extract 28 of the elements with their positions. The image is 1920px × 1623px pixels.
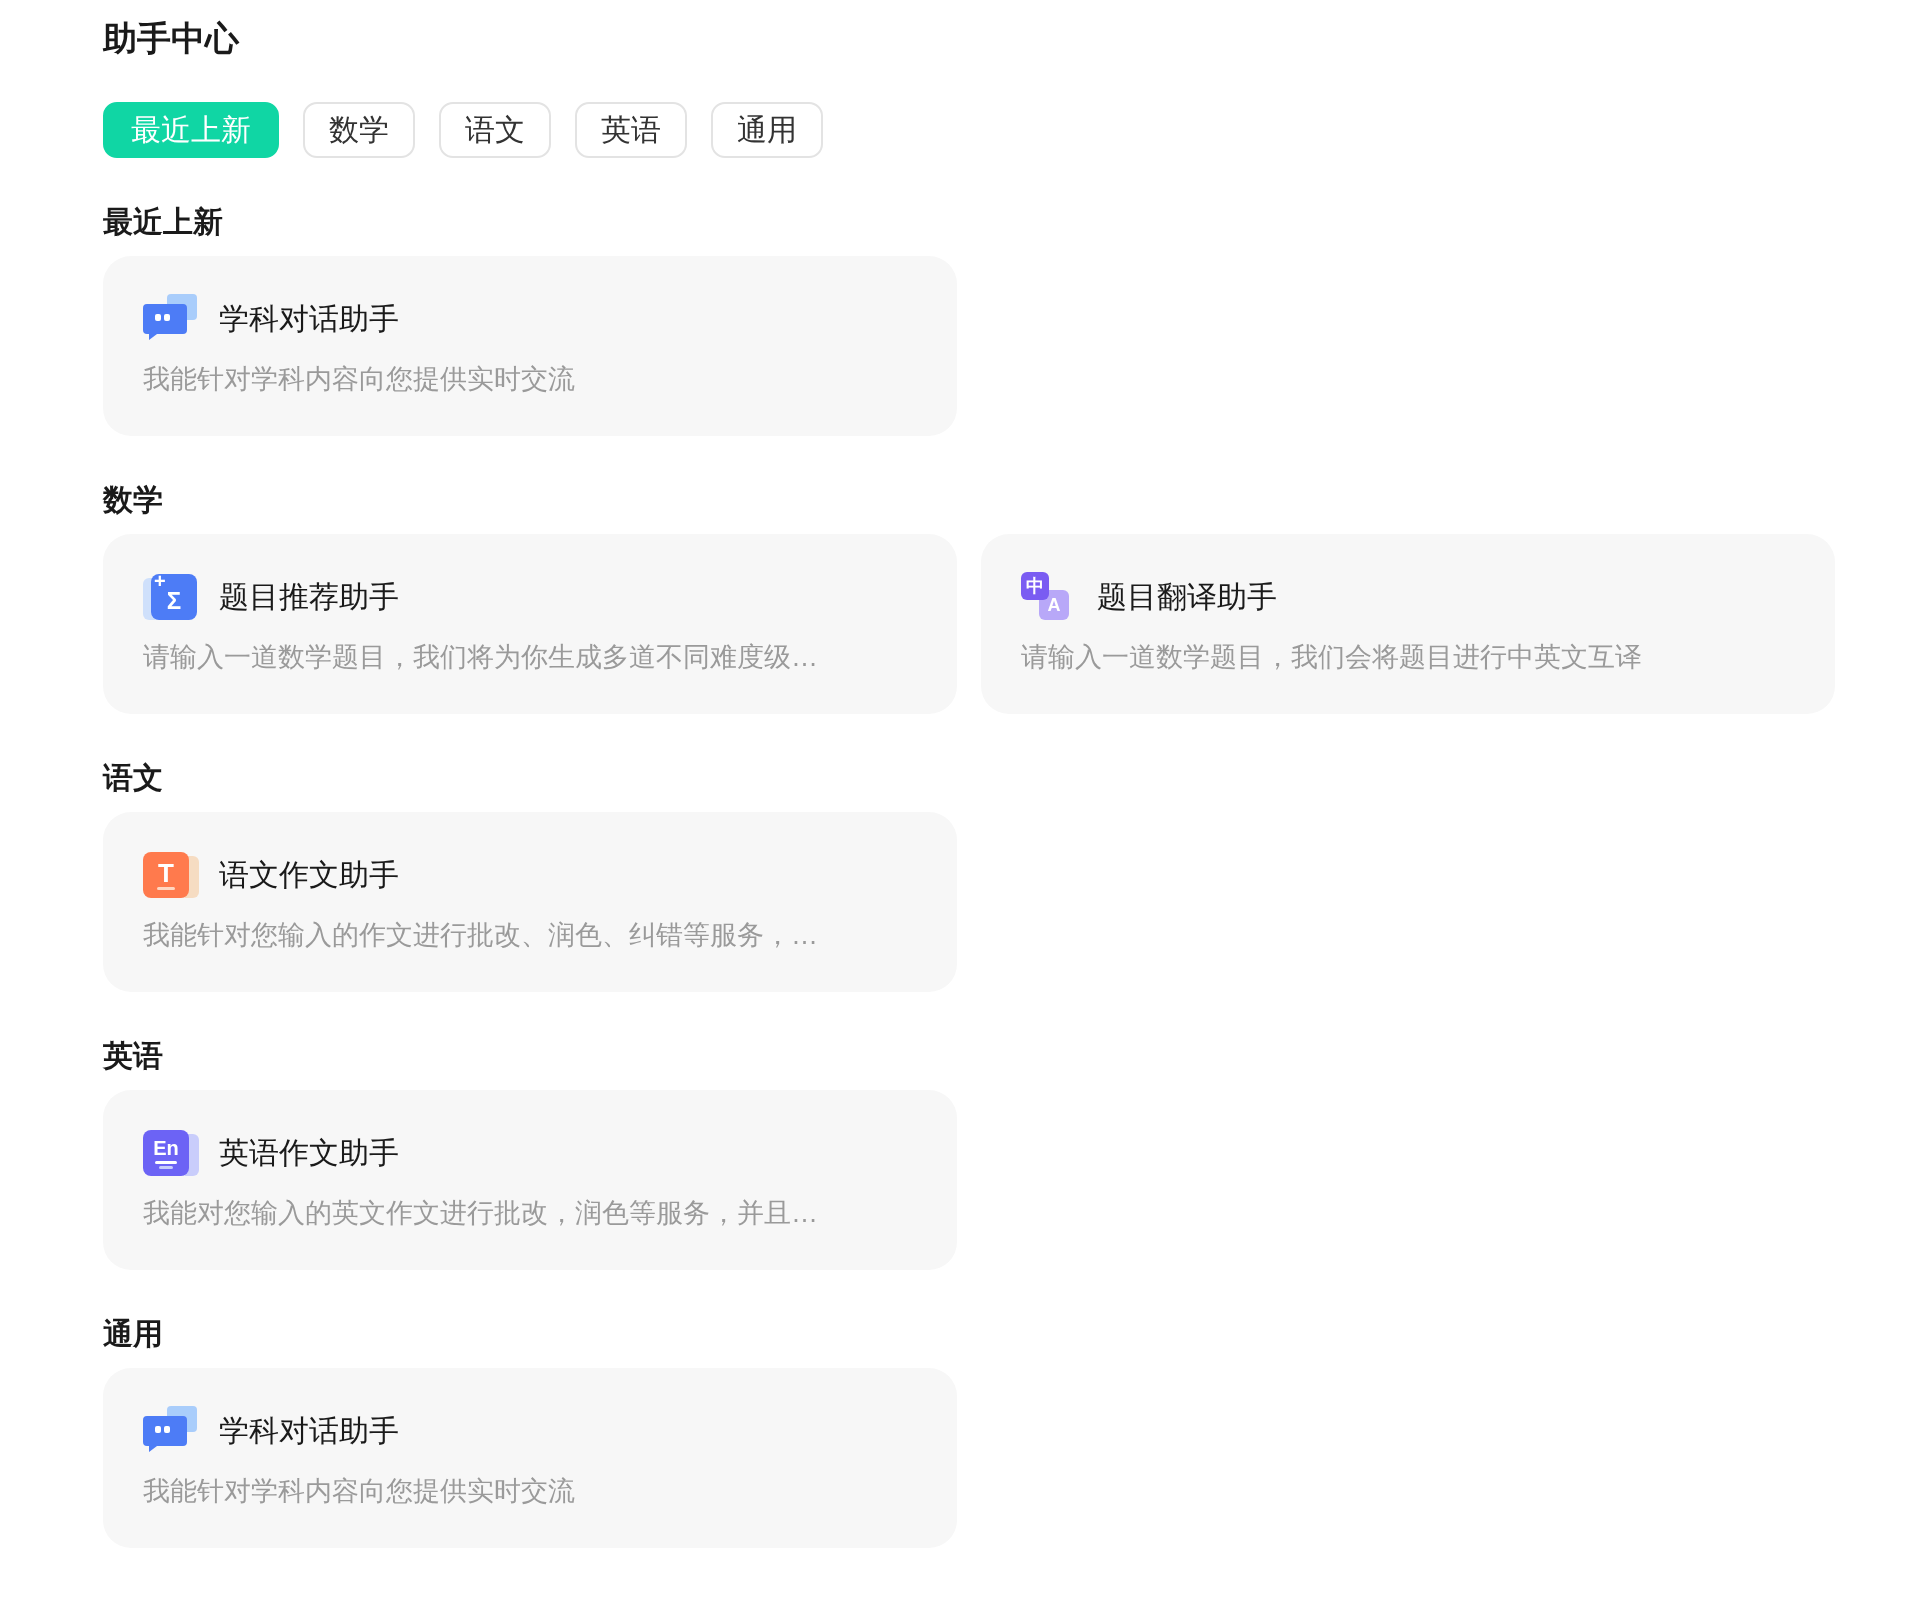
section-heading: 数学 <box>103 482 164 518</box>
card-title: 题目翻译助手 <box>1097 579 1277 615</box>
category-tab[interactable]: 英语 <box>575 102 687 158</box>
card-description: 我能针对学科内容向您提供实时交流 <box>143 1475 576 1508</box>
assistant-card[interactable]: 学科对话助手 我能针对学科内容向您提供实时交流 <box>103 256 957 436</box>
card-description: 请输入一道数学题目，我们会将题目进行中英文互译 <box>1021 641 1643 674</box>
assistant-card[interactable]: + Σ 题目推荐助手 请输入一道数学题目，我们将为你生成多道不同难度级… <box>103 534 957 714</box>
card-description: 我能针对您输入的作文进行批改、润色、纠错等服务，… <box>143 919 819 952</box>
card-description: 请输入一道数学题目，我们将为你生成多道不同难度级… <box>143 641 819 674</box>
section-heading: 通用 <box>103 1316 164 1352</box>
card-title: 英语作文助手 <box>219 1135 399 1171</box>
assistant-card[interactable]: En 英语作文助手 我能对您输入的英文作文进行批改，润色等服务，并且… <box>103 1090 957 1270</box>
assistant-card[interactable]: T 语文作文助手 我能针对您输入的作文进行批改、润色、纠错等服务，… <box>103 812 957 992</box>
card-title: 题目推荐助手 <box>219 579 399 615</box>
assistant-card[interactable]: 中 A 题目翻译助手 请输入一道数学题目，我们会将题目进行中英文互译 <box>981 534 1835 714</box>
section-heading: 语文 <box>103 760 164 796</box>
category-tab[interactable]: 通用 <box>711 102 823 158</box>
page-title: 助手中心 <box>103 18 241 59</box>
assistant-card[interactable]: 学科对话助手 我能针对学科内容向您提供实时交流 <box>103 1368 957 1548</box>
card-title: 语文作文助手 <box>219 857 399 893</box>
card-description: 我能针对学科内容向您提供实时交流 <box>143 363 576 396</box>
category-tab[interactable]: 语文 <box>439 102 551 158</box>
card-description: 我能对您输入的英文作文进行批改，润色等服务，并且… <box>143 1197 819 1230</box>
card-title: 学科对话助手 <box>219 1413 399 1449</box>
section-heading: 英语 <box>103 1038 164 1074</box>
section-heading: 最近上新 <box>103 204 224 240</box>
category-tab[interactable]: 数学 <box>303 102 415 158</box>
card-title: 学科对话助手 <box>219 301 399 337</box>
